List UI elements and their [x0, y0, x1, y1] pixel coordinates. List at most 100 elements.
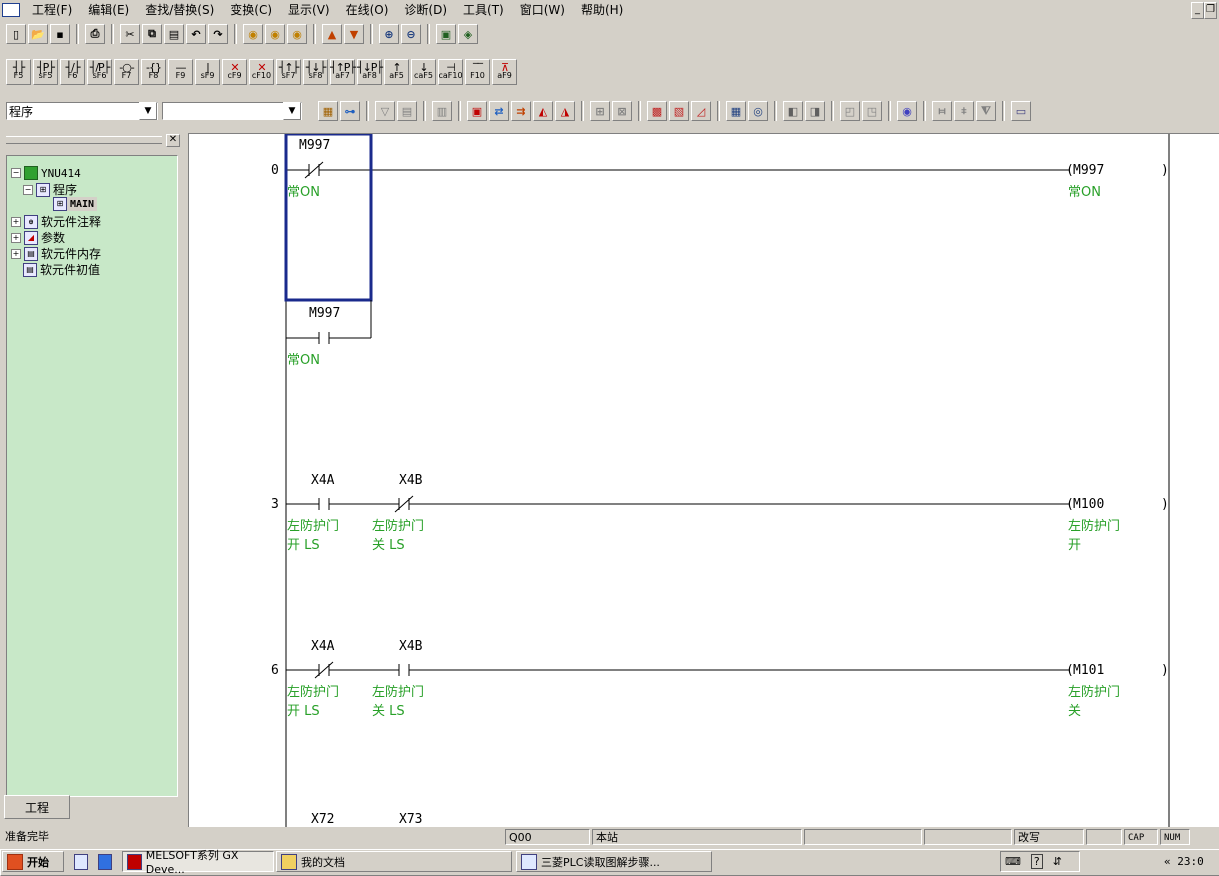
- step-stop-icon[interactable]: ◨: [805, 101, 825, 121]
- rising-pulse-button[interactable]: ┤↑├ sF7: [276, 59, 301, 85]
- menu-diagnostics[interactable]: 诊断(D): [396, 0, 455, 20]
- menu-edit[interactable]: 编辑(E): [80, 0, 137, 20]
- copy-icon[interactable]: ⧉: [142, 24, 162, 44]
- tree-item-program[interactable]: − ⊞ 程序: [23, 181, 77, 198]
- menu-convert[interactable]: 变换(C): [222, 0, 280, 20]
- write-mode-icon[interactable]: ◮: [555, 101, 575, 121]
- window-cascade-icon[interactable]: ◳: [862, 101, 882, 121]
- closed-contact-parallel-button[interactable]: ┤/P├ sF6: [87, 59, 112, 85]
- monitor-write-icon[interactable]: ◈: [458, 24, 478, 44]
- help-icon[interactable]: ?: [1030, 854, 1043, 869]
- falling-pulse-button[interactable]: ┤↓├ sF8: [303, 59, 328, 85]
- draw-line-button[interactable]: ‾‾ F10: [465, 59, 490, 85]
- menu-window[interactable]: 窗口(W): [512, 0, 573, 20]
- menu-find-replace[interactable]: 查找/替换(S): [137, 0, 222, 20]
- monitor-icon[interactable]: ▣: [436, 24, 456, 44]
- invert-result-button[interactable]: ⊣ caF10: [438, 59, 463, 85]
- read-from-plc-icon[interactable]: ▼: [344, 24, 364, 44]
- menu-online[interactable]: 在线(O): [338, 0, 397, 20]
- new-file-icon[interactable]: ▯: [6, 24, 26, 44]
- keyboard-icon[interactable]: ⌨: [1005, 855, 1021, 868]
- collapse-icon[interactable]: −: [11, 168, 21, 178]
- print-icon[interactable]: ⎙: [85, 24, 105, 44]
- restore-icon[interactable]: ❐: [1204, 2, 1217, 19]
- app-icon[interactable]: [2, 3, 20, 17]
- paste-icon[interactable]: ▤: [164, 24, 184, 44]
- list-view-icon[interactable]: ⇄: [489, 101, 509, 121]
- alias-icon[interactable]: ▥: [432, 101, 452, 121]
- delete-line-button[interactable]: ⊼ aF9: [492, 59, 517, 85]
- ladder-editor[interactable]: 0 M997 常ON ( M997 ) 常ON M997 常ON 3 X4A X…: [188, 133, 1219, 829]
- open-contact-parallel-button[interactable]: ┤P├ sF5: [33, 59, 58, 85]
- quicklaunch-ie-icon[interactable]: [94, 851, 116, 872]
- step-run-icon[interactable]: ◧: [783, 101, 803, 121]
- zoom-in-icon[interactable]: ⊕: [379, 24, 399, 44]
- data-type-select[interactable]: 程序 ▼: [6, 102, 158, 120]
- menu-view[interactable]: 显示(V): [280, 0, 338, 20]
- minimize-icon[interactable]: _: [1191, 2, 1204, 19]
- sfc-step-icon[interactable]: ⊠: [612, 101, 632, 121]
- network-icon[interactable]: ⇵: [1053, 855, 1062, 868]
- tab-project[interactable]: 工程: [4, 795, 70, 819]
- program-check-icon[interactable]: ◉: [897, 101, 917, 121]
- redo-icon[interactable]: ↷: [208, 24, 228, 44]
- tree-item-device-init[interactable]: ▤ 软元件初值: [23, 261, 100, 278]
- tree-item-main[interactable]: ⊞ MAIN: [53, 197, 98, 211]
- taskbar-item-my-documents[interactable]: 我的文档: [276, 851, 512, 872]
- program-select[interactable]: ▼: [162, 102, 302, 120]
- taskbar-item-document[interactable]: 三菱PLC读取图解步骤...: [516, 851, 712, 872]
- expand-icon[interactable]: +: [11, 248, 21, 259]
- tree-item-device-comment[interactable]: + ꚛ 软元件注释: [11, 213, 101, 230]
- chevron-down-icon[interactable]: ▼: [283, 102, 301, 120]
- tree-item-parameter[interactable]: + ◢ 参数: [11, 229, 65, 246]
- read-mode-icon[interactable]: ◭: [533, 101, 553, 121]
- ladder-insert-icon[interactable]: ▧: [669, 101, 689, 121]
- comment-icon[interactable]: ▽: [375, 101, 395, 121]
- closed-contact-button[interactable]: ┤/├ F6: [60, 59, 85, 85]
- chevron-down-icon[interactable]: ▼: [139, 102, 157, 120]
- trace-icon[interactable]: ⧧: [954, 101, 974, 121]
- vertical-line-button[interactable]: | sF9: [195, 59, 220, 85]
- ladder-delete-icon[interactable]: ◿: [691, 101, 711, 121]
- undo-icon[interactable]: ↶: [186, 24, 206, 44]
- contact-coil-search-icon[interactable]: ◉: [287, 24, 307, 44]
- ladder-view-icon[interactable]: ▣: [467, 101, 487, 121]
- falling-pulse-parallel-button[interactable]: ┤↓P├ aF8: [357, 59, 383, 85]
- expand-icon[interactable]: +: [11, 232, 21, 243]
- statement-icon[interactable]: ▤: [397, 101, 417, 121]
- sfc-icon[interactable]: ⊞: [590, 101, 610, 121]
- tree-view-icon[interactable]: ⊶: [340, 101, 360, 121]
- device-search-icon[interactable]: ◉: [243, 24, 263, 44]
- menu-project[interactable]: 工程(F): [24, 0, 80, 20]
- entry-monitor-icon[interactable]: ◎: [748, 101, 768, 121]
- monitor-mode-icon[interactable]: ⇉: [511, 101, 531, 121]
- cut-icon[interactable]: ✂: [120, 24, 140, 44]
- operation-falling-button[interactable]: ↓ caF5: [411, 59, 436, 85]
- project-data-list-icon[interactable]: ▦: [318, 101, 338, 121]
- start-button[interactable]: 开始: [2, 851, 64, 872]
- taskbar-item-gx-developer[interactable]: MELSOFT系列 GX Deve...: [122, 849, 274, 876]
- operation-rising-button[interactable]: ↑ aF5: [384, 59, 409, 85]
- close-icon[interactable]: ✕: [166, 133, 180, 147]
- save-icon[interactable]: ▪: [50, 24, 70, 44]
- quicklaunch-desktop-icon[interactable]: [70, 851, 92, 872]
- delete-vertical-button[interactable]: ✕ cF10: [249, 59, 274, 85]
- zoom-out-icon[interactable]: ⊖: [401, 24, 421, 44]
- menu-tools[interactable]: 工具(T): [455, 0, 512, 20]
- tree-item-device-memory[interactable]: + ▤ 软元件内存: [11, 245, 101, 262]
- horizontal-line-button[interactable]: — F9: [168, 59, 193, 85]
- expand-icon[interactable]: +: [11, 216, 21, 227]
- timing-chart-icon[interactable]: ⧦: [932, 101, 952, 121]
- display-window-icon[interactable]: ▭: [1011, 101, 1031, 121]
- tree-item-root[interactable]: − YNU414: [11, 166, 81, 180]
- device-batch-icon[interactable]: ▦: [726, 101, 746, 121]
- ladder-edit-icon[interactable]: ▩: [647, 101, 667, 121]
- instruction-search-icon[interactable]: ◉: [265, 24, 285, 44]
- menu-help[interactable]: 帮助(H): [573, 0, 631, 20]
- application-instruction-button[interactable]: -{} F8: [141, 59, 166, 85]
- rising-pulse-parallel-button[interactable]: ┤↑P├ aF7: [330, 59, 356, 85]
- sampling-icon[interactable]: ⧨: [976, 101, 996, 121]
- collapse-icon[interactable]: −: [23, 184, 33, 195]
- delete-horizontal-button[interactable]: ✕ cF9: [222, 59, 247, 85]
- pane-grip[interactable]: [6, 136, 162, 144]
